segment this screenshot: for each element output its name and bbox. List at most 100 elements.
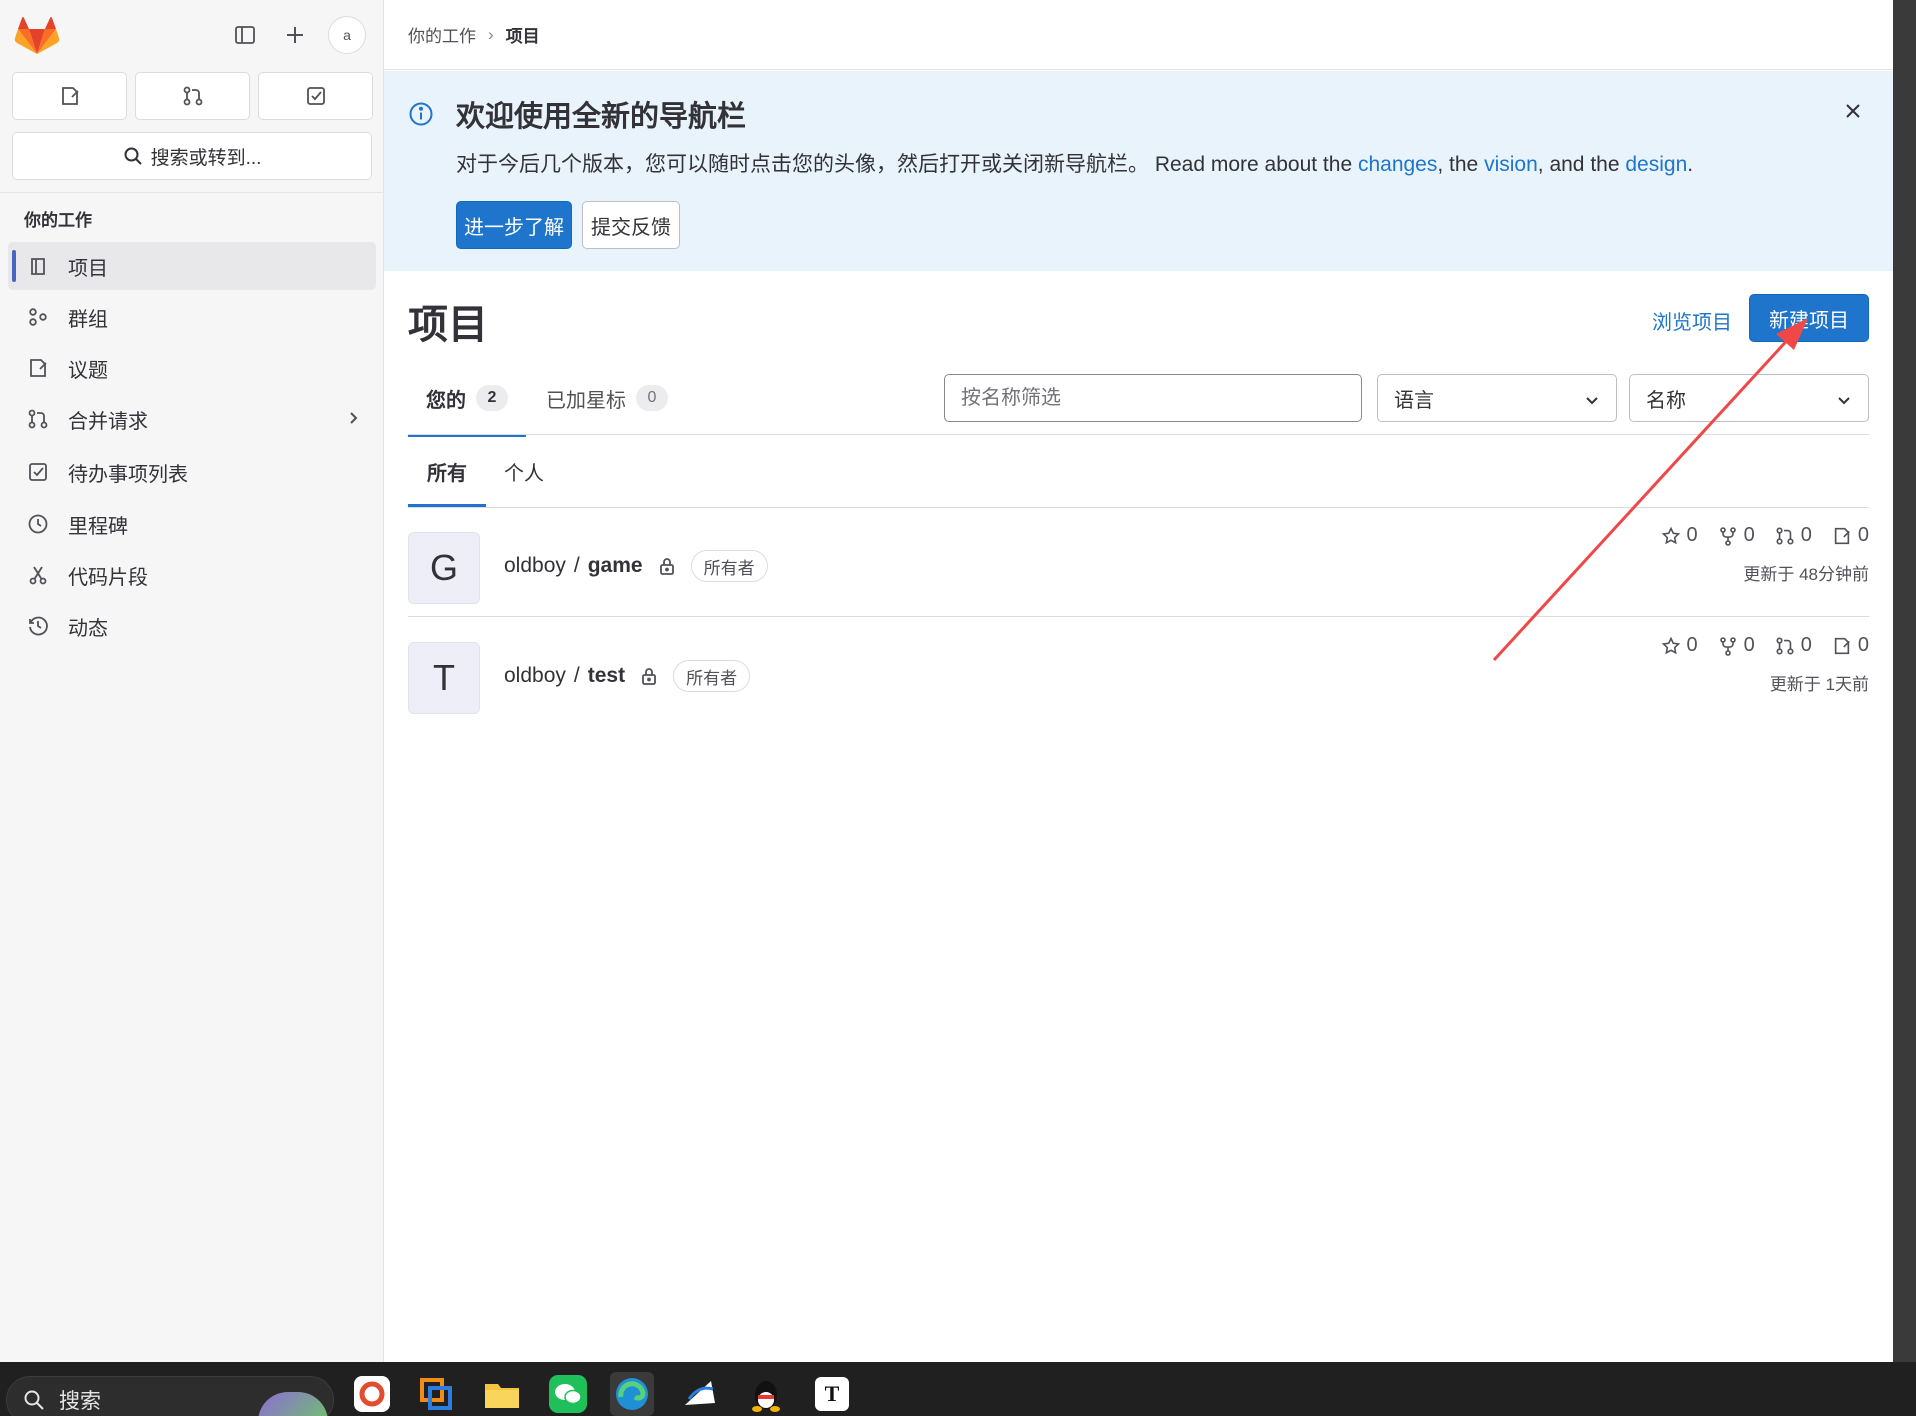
star-icon	[1661, 636, 1680, 654]
assigned-issues-button[interactable]	[12, 72, 127, 120]
issues-count[interactable]: 0	[1832, 634, 1869, 657]
project-link[interactable]: oldboy / test 所有者	[504, 660, 751, 692]
search-or-go-button[interactable]: 搜索或转到...	[12, 132, 372, 180]
issues-icon	[1834, 637, 1850, 654]
todo-icon	[8, 461, 68, 483]
stars-count[interactable]: 0	[1661, 634, 1698, 657]
breadcrumb-current[interactable]: 项目	[506, 22, 540, 47]
search-icon	[124, 147, 142, 165]
chevron-down-icon	[1584, 391, 1600, 414]
sidebar-item-milestones[interactable]: 里程碑	[8, 500, 376, 548]
merge-requests-count[interactable]: 0	[1775, 524, 1812, 547]
search-icon	[24, 1390, 44, 1410]
merge-requests-count[interactable]: 0	[1775, 634, 1812, 657]
vision-link[interactable]: vision	[1484, 153, 1538, 176]
taskbar-app-edge-icon[interactable]	[610, 1372, 654, 1416]
project-filters: 您的 2 已加星标 0 语言 名称	[384, 362, 1893, 437]
sidebar-item-groups[interactable]: 群组	[8, 293, 376, 341]
issues-count[interactable]: 0	[1832, 524, 1869, 547]
project-row: T oldboy / test 所有者 0 0 0 0 更新于 1天前	[408, 618, 1869, 727]
taskbar-app-everything-icon[interactable]	[678, 1372, 722, 1416]
group-icon	[8, 306, 68, 328]
todo-button[interactable]	[258, 72, 373, 120]
role-badge: 所有者	[690, 550, 768, 582]
tab-starred-label: 已加星标	[546, 389, 626, 412]
updated-at: 更新于 1天前	[1769, 675, 1869, 694]
create-new-icon[interactable]	[278, 18, 312, 52]
project-avatar[interactable]: G	[408, 532, 480, 604]
clock-icon	[8, 513, 68, 535]
changes-link[interactable]: changes	[1358, 153, 1437, 176]
sidebar-item-merge-requests[interactable]: 合并请求	[8, 395, 376, 443]
tab-starred[interactable]: 已加星标 0	[546, 362, 668, 434]
taskbar-app-wechat-icon[interactable]	[546, 1372, 590, 1416]
merge-requests-button[interactable]	[135, 72, 250, 120]
language-dropdown[interactable]: 语言	[1377, 374, 1617, 422]
sidebar-item-activity[interactable]: 动态	[8, 602, 376, 650]
sidebar-item-issues[interactable]: 议题	[8, 344, 376, 392]
merge-request-icon	[1776, 526, 1794, 545]
learn-more-button[interactable]: 进一步了解	[456, 201, 572, 249]
design-link[interactable]: design	[1625, 153, 1687, 176]
new-project-button[interactable]: 新建项目	[1749, 294, 1869, 342]
issues-icon	[61, 87, 79, 105]
sort-dropdown[interactable]: 名称	[1629, 374, 1869, 422]
stars-value: 0	[1686, 524, 1698, 546]
path-separator: /	[573, 554, 580, 577]
merge-requests-value: 0	[1800, 634, 1812, 656]
breadcrumb-parent[interactable]: 你的工作	[408, 22, 476, 47]
taskbar-app-qq-icon[interactable]	[744, 1372, 788, 1416]
toggle-sidebar-icon[interactable]	[228, 18, 262, 52]
windows-taskbar: 搜索 T	[0, 1362, 1916, 1416]
new-navigation-banner: 欢迎使用全新的导航栏 对于今后几个版本，您可以随时点击您的头像，然后打开或关闭新…	[384, 71, 1893, 271]
forks-count[interactable]: 0	[1718, 634, 1755, 657]
filter-by-name-input[interactable]	[944, 374, 1362, 422]
info-icon	[408, 101, 434, 132]
sort-dropdown-label: 名称	[1646, 389, 1686, 412]
tab-yours-label: 您的	[426, 389, 466, 412]
breadcrumb-separator-icon: ›	[488, 24, 494, 44]
sidebar-item-label: 议题	[68, 359, 108, 382]
todo-icon	[306, 87, 325, 105]
sidebar-item-todo-list[interactable]: 待办事项列表	[8, 448, 376, 496]
role-badge: 所有者	[673, 660, 751, 692]
page-header: 项目 浏览项目 新建项目	[384, 272, 1893, 362]
feedback-button[interactable]: 提交反馈	[582, 201, 680, 249]
lock-icon	[657, 556, 677, 576]
merge-request-icon	[183, 86, 202, 106]
forks-value: 0	[1743, 524, 1755, 546]
tab-yours[interactable]: 您的 2	[408, 362, 526, 437]
sidebar-item-snippets[interactable]: 代码片段	[8, 551, 376, 599]
taskbar-search-label: 搜索	[59, 1390, 101, 1413]
project-link[interactable]: oldboy / game 所有者	[504, 550, 768, 582]
explore-projects-button[interactable]: 浏览项目	[1642, 296, 1742, 344]
issues-icon	[1834, 527, 1850, 544]
close-icon[interactable]	[1837, 95, 1869, 127]
taskbar-app-file-explorer-icon[interactable]	[480, 1372, 524, 1416]
merge-request-icon	[1776, 636, 1794, 655]
taskbar-app-swirl-icon[interactable]	[350, 1372, 394, 1416]
tab-personal[interactable]: 个人	[504, 435, 544, 507]
fork-icon	[1719, 526, 1736, 546]
typora-letter: T	[815, 1377, 849, 1411]
sidebar-item-projects[interactable]: 项目	[8, 242, 376, 290]
taskbar-app-typora-icon[interactable]: T	[810, 1372, 854, 1416]
gitlab-logo-icon[interactable]	[14, 16, 60, 56]
sidebar-item-label: 项目	[68, 257, 108, 280]
project-scope-tabs: 所有 个人	[384, 435, 1893, 508]
forks-count[interactable]: 0	[1718, 524, 1755, 547]
chevron-right-icon	[344, 409, 362, 433]
sidebar: a 搜索或转到... 你的工作 项目 群组 议题 合并请求 待办事项列表 里程碑…	[0, 0, 384, 1362]
project-stats: 0 0 0 0	[1661, 634, 1869, 657]
star-icon	[1661, 526, 1680, 544]
chevron-down-icon	[1836, 391, 1852, 414]
project-row: G oldboy / game 所有者 0 0 0 0 更新于 48分钟前	[408, 508, 1869, 617]
avatar[interactable]: a	[328, 16, 366, 54]
project-avatar[interactable]: T	[408, 642, 480, 714]
stars-count[interactable]: 0	[1661, 524, 1698, 547]
taskbar-app-vmware-icon[interactable]	[414, 1372, 458, 1416]
window-edge	[1893, 0, 1916, 1362]
updated-at: 更新于 48分钟前	[1743, 565, 1869, 584]
gitlab-window: a 搜索或转到... 你的工作 项目 群组 议题 合并请求 待办事项列表 里程碑…	[0, 0, 1893, 1362]
tab-all[interactable]: 所有	[408, 435, 486, 507]
